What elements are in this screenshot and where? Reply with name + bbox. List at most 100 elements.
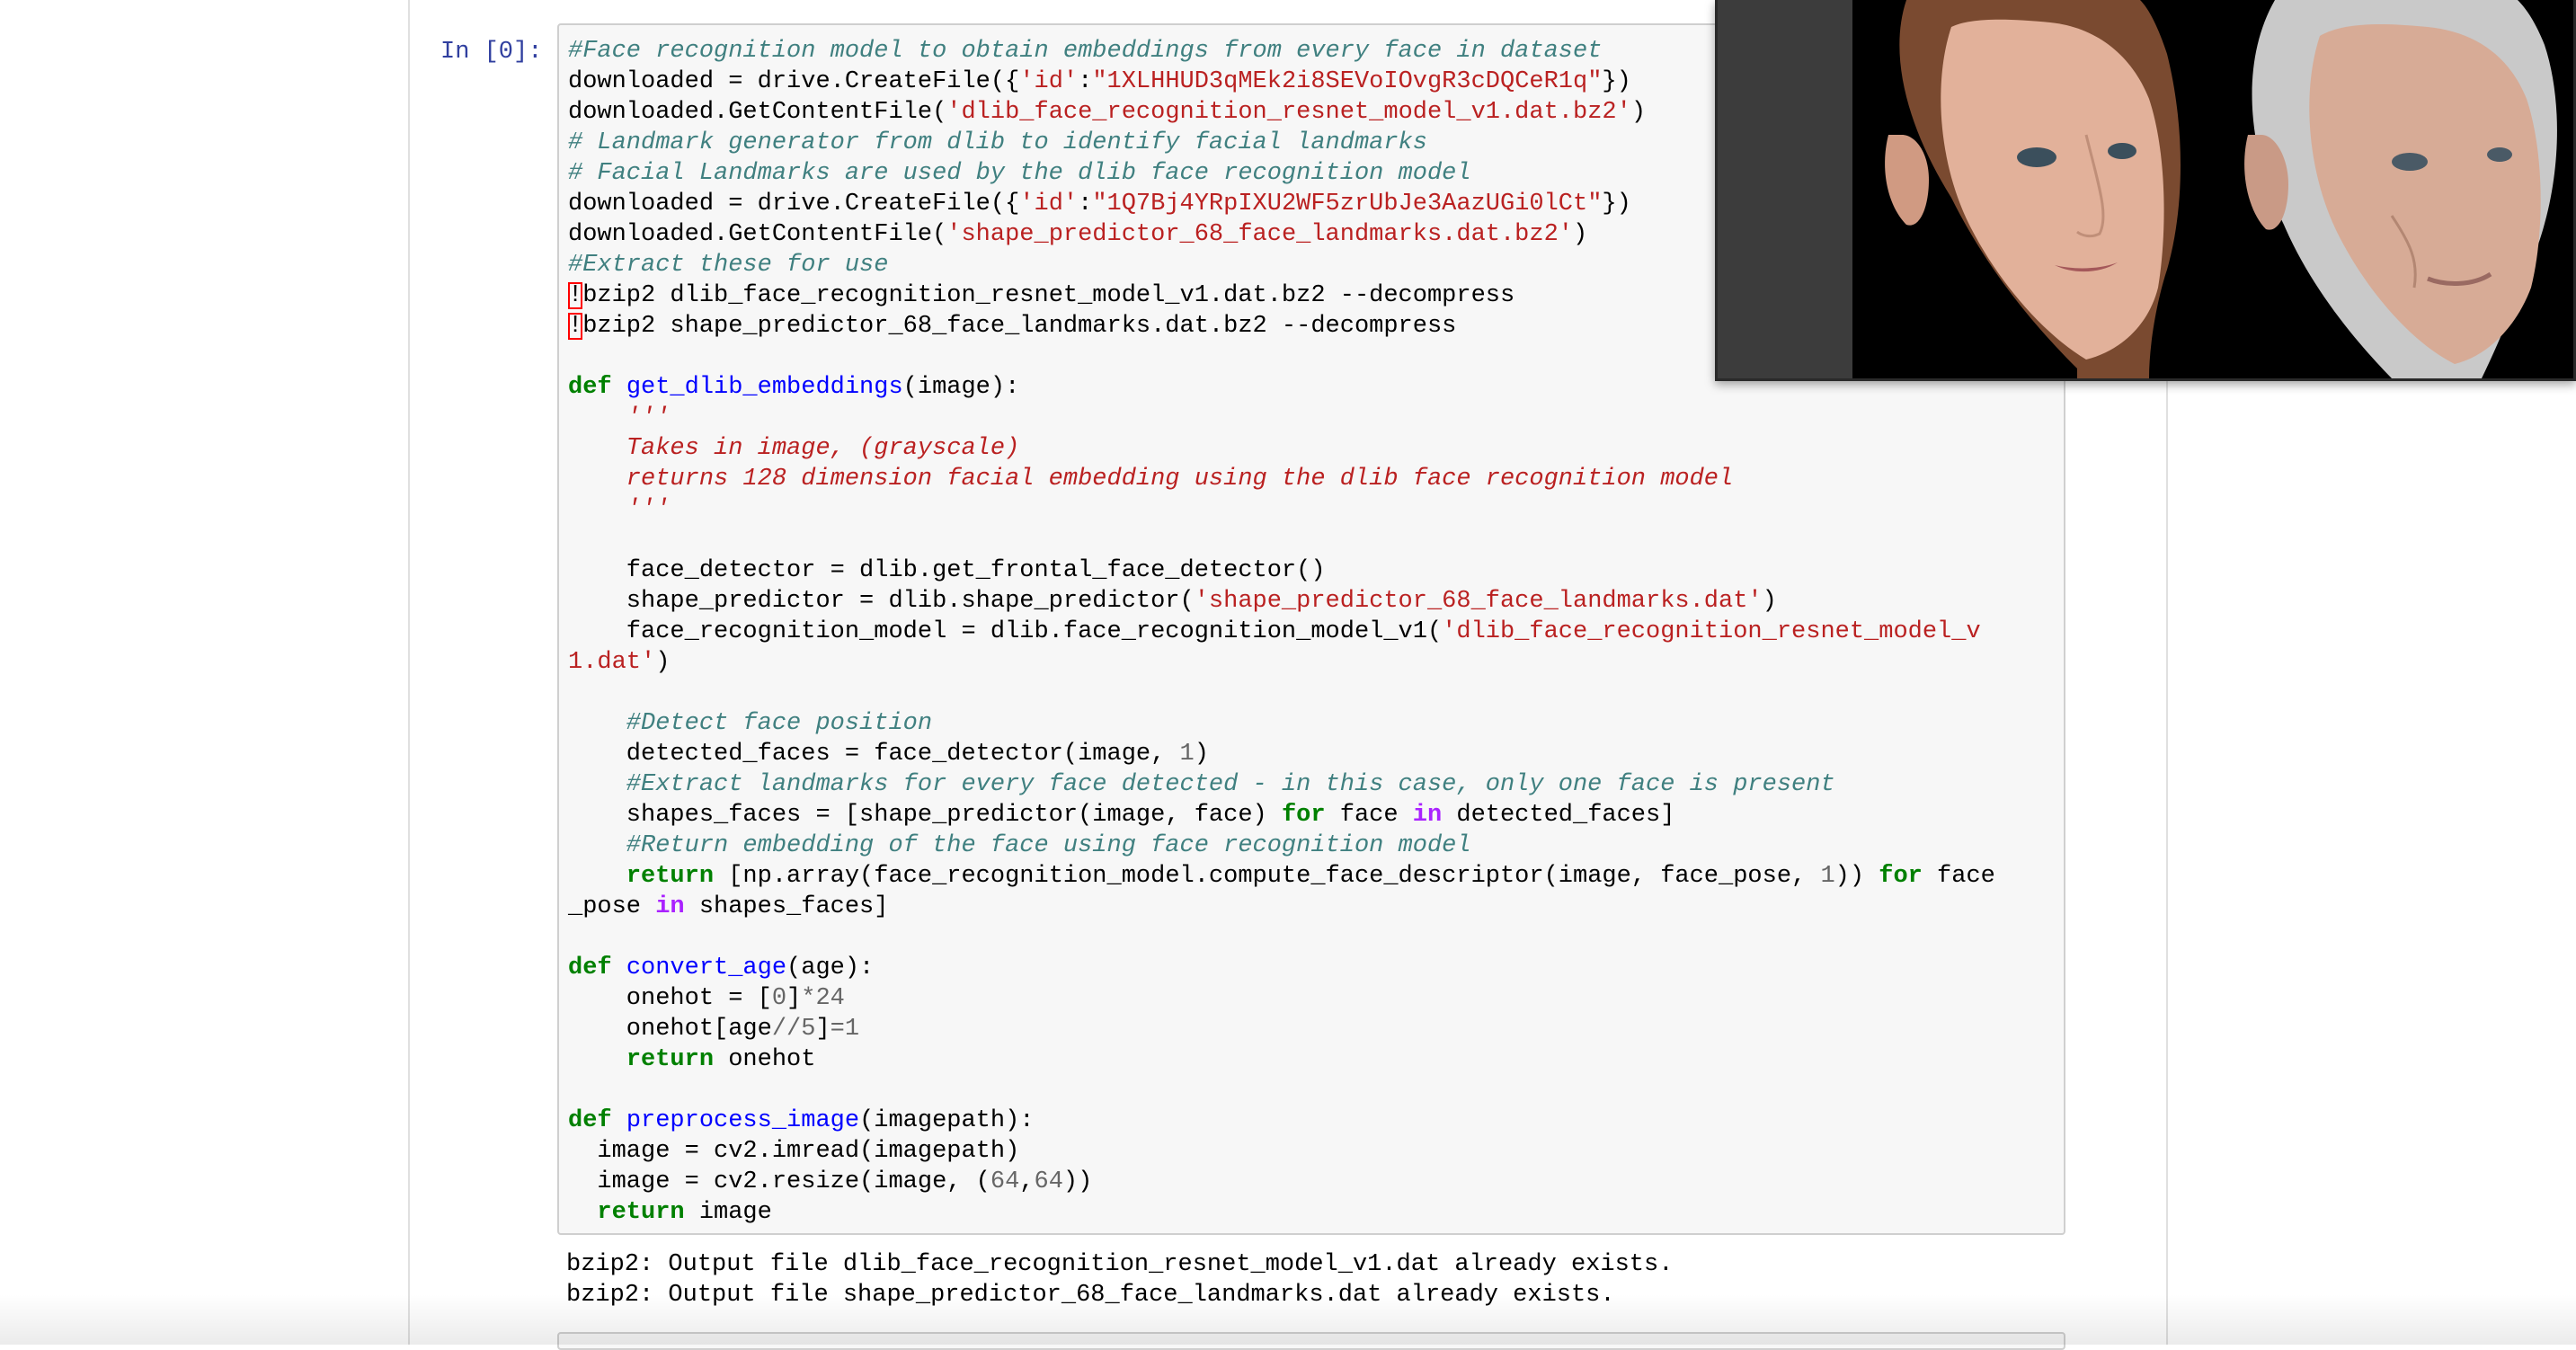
output-line: bzip2: Output file dlib_face_recognition… bbox=[566, 1251, 1674, 1278]
code-token: downloaded.GetContentFile( bbox=[568, 99, 947, 126]
code-token: face_detector = dlib.get_frontal_face_de… bbox=[568, 557, 1326, 584]
code-token: downloaded.GetContentFile( bbox=[568, 221, 947, 248]
code-line: ''' bbox=[568, 494, 1995, 525]
code-token: shapes_faces = [shape_predictor(image, f… bbox=[568, 802, 1282, 829]
code-line: return [np.array(face_recognition_model.… bbox=[568, 861, 1995, 892]
code-token: return bbox=[626, 1046, 715, 1073]
code-token: )) bbox=[1834, 863, 1879, 890]
code-line: return image bbox=[568, 1197, 1995, 1228]
code-token: face_recognition_model = dlib.face_recog… bbox=[568, 618, 1443, 645]
code-line: face_recognition_model = dlib.face_recog… bbox=[568, 617, 1995, 647]
code-token: ) bbox=[655, 649, 671, 676]
code-token: }) bbox=[1602, 191, 1631, 218]
code-line: image = cv2.imread(imagepath) bbox=[568, 1136, 1995, 1167]
code-line: returns 128 dimension facial embedding u… bbox=[568, 464, 1995, 494]
code-token: 'id' bbox=[1019, 68, 1079, 95]
code-token: #Detect face position bbox=[568, 710, 933, 737]
code-token: 0 bbox=[771, 985, 787, 1012]
code-token: : bbox=[1078, 68, 1093, 95]
code-token: detected_faces] bbox=[1442, 802, 1675, 829]
code-token: #Extract these for use bbox=[568, 252, 889, 279]
code-token: 'dlib_face_recognition_resnet_model_v1.d… bbox=[946, 99, 1631, 126]
code-token: 1 bbox=[1179, 741, 1195, 768]
output-line: bzip2: Output file shape_predictor_68_fa… bbox=[566, 1282, 1615, 1309]
next-code-cell[interactable] bbox=[557, 1332, 2065, 1350]
code-token: = bbox=[830, 1016, 845, 1043]
code-token: def bbox=[568, 955, 612, 981]
code-token: , bbox=[1019, 1168, 1035, 1195]
cell-output: bzip2: Output file dlib_face_recognition… bbox=[566, 1249, 1673, 1310]
code-token: preprocess_image bbox=[626, 1107, 860, 1134]
code-token: _pose bbox=[568, 893, 656, 920]
code-line: face_detector = dlib.get_frontal_face_de… bbox=[568, 555, 1995, 586]
shell-bang-marker: ! bbox=[568, 282, 583, 309]
code-token: # Facial Landmarks are used by the dlib … bbox=[568, 160, 1471, 187]
code-line: def preprocess_image(imagepath): bbox=[568, 1106, 1995, 1136]
code-token: image = cv2.imread(imagepath) bbox=[568, 1138, 1020, 1165]
code-line: #Return embedding of the face using face… bbox=[568, 830, 1995, 861]
code-token: "1Q7Bj4YRpIXU2WF5zrUbJe3AazUGi0lCt" bbox=[1092, 191, 1603, 218]
code-line: def convert_age(age): bbox=[568, 953, 1995, 983]
pip-side-bar bbox=[1718, 0, 1852, 378]
code-token: (imagepath): bbox=[859, 1107, 1035, 1134]
code-token: 5 bbox=[801, 1016, 816, 1043]
code-token: (image): bbox=[902, 374, 1020, 401]
code-token: in bbox=[655, 893, 685, 920]
code-token: face bbox=[1922, 863, 1995, 890]
code-token: ) bbox=[1762, 588, 1777, 615]
code-token: # Landmark generator from dlib to identi… bbox=[568, 129, 1427, 156]
code-token: downloaded = drive.CreateFile({ bbox=[568, 68, 1020, 95]
code-token: def bbox=[568, 1107, 612, 1134]
code-line: _pose in shapes_faces] bbox=[568, 892, 1995, 922]
code-token: 64 bbox=[990, 1168, 1020, 1195]
code-token: ''' bbox=[568, 404, 671, 431]
code-token: 'dlib_face_recognition_resnet_model_v bbox=[1442, 618, 1981, 645]
code-token: "1XLHHUD3qMEk2i8SEVoIOvgR3cDQCeR1q" bbox=[1092, 68, 1603, 95]
code-token: 1 bbox=[844, 1016, 860, 1043]
pip-video-frame[interactable] bbox=[1852, 0, 2573, 378]
code-line: shape_predictor = dlib.shape_predictor('… bbox=[568, 586, 1995, 617]
page-margin-left bbox=[0, 0, 408, 1345]
code-token: get_dlib_embeddings bbox=[626, 374, 903, 401]
code-token: 24 bbox=[815, 985, 845, 1012]
code-token: : bbox=[1078, 191, 1093, 218]
code-line: onehot = [0]*24 bbox=[568, 983, 1995, 1014]
code-token: return bbox=[597, 1199, 685, 1226]
code-line: #Detect face position bbox=[568, 708, 1995, 739]
code-line: image = cv2.resize(image, (64,64)) bbox=[568, 1167, 1995, 1197]
code-token: )) bbox=[1062, 1168, 1093, 1195]
code-line: return onehot bbox=[568, 1044, 1995, 1075]
code-token: #Extract landmarks for every face detect… bbox=[568, 771, 1835, 798]
code-line: 1.dat') bbox=[568, 647, 1995, 678]
code-token: shapes_faces] bbox=[684, 893, 889, 920]
code-token: #Face recognition model to obtain embedd… bbox=[568, 38, 1603, 65]
code-token: 1.dat' bbox=[568, 649, 656, 676]
code-token: def bbox=[568, 374, 612, 401]
code-line: shapes_faces = [shape_predictor(image, f… bbox=[568, 800, 1995, 830]
code-token: ] bbox=[786, 985, 802, 1012]
code-token: bzip2 dlib_face_recognition_resnet_model… bbox=[582, 282, 1515, 309]
code-token: Takes in image, (grayscale) bbox=[568, 435, 1020, 462]
code-token: ) bbox=[1194, 741, 1209, 768]
code-token: ] bbox=[815, 1016, 831, 1043]
code-token: #Return embedding of the face using face… bbox=[568, 832, 1471, 859]
code-token: 1 bbox=[1820, 863, 1835, 890]
picture-in-picture-window[interactable] bbox=[1715, 0, 2576, 381]
code-line: onehot[age//5]=1 bbox=[568, 1014, 1995, 1044]
code-token: image bbox=[684, 1199, 772, 1226]
code-line: #Extract landmarks for every face detect… bbox=[568, 769, 1995, 800]
code-token: 'shape_predictor_68_face_landmarks.dat.b… bbox=[946, 221, 1573, 248]
code-token: [np.array(face_recognition_model.compute… bbox=[714, 863, 1821, 890]
code-token: for bbox=[1281, 802, 1326, 829]
code-token: downloaded = drive.CreateFile({ bbox=[568, 191, 1020, 218]
code-line: Takes in image, (grayscale) bbox=[568, 433, 1995, 464]
code-token: return bbox=[626, 863, 715, 890]
code-token: in bbox=[1412, 802, 1443, 829]
